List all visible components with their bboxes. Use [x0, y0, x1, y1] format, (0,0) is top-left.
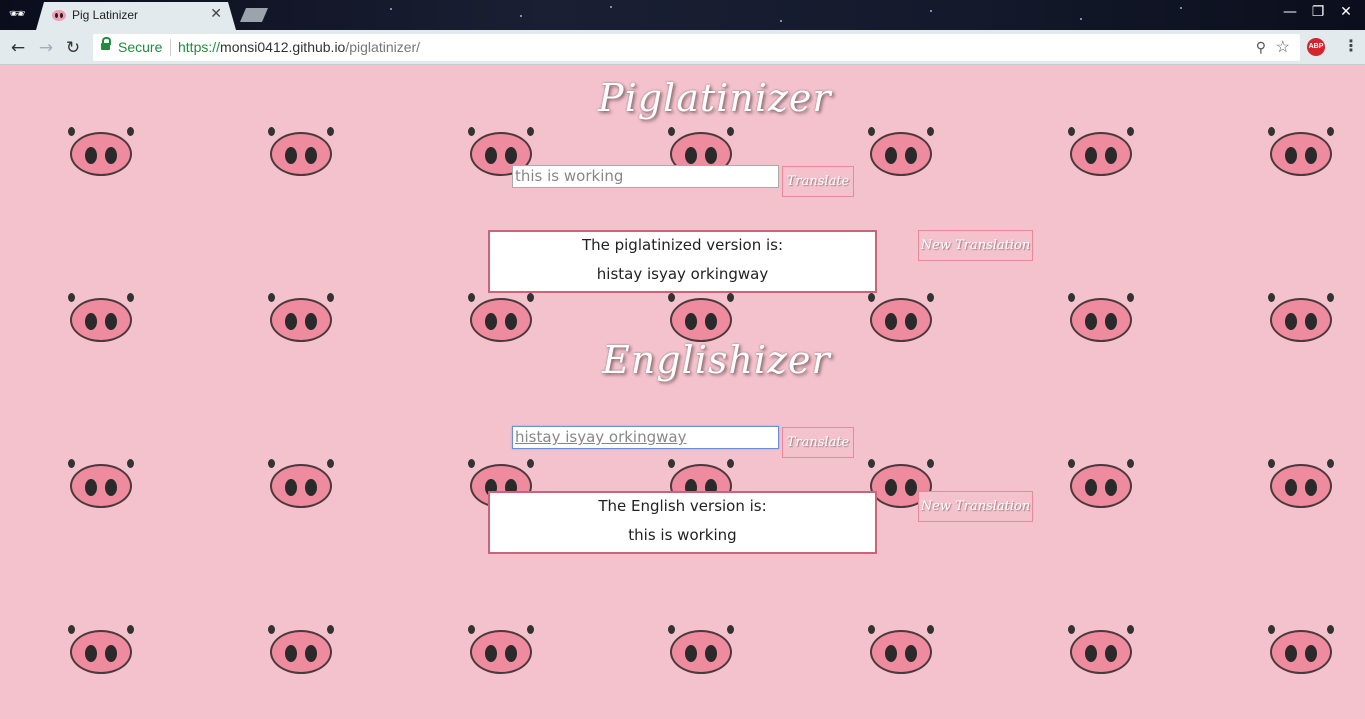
englishizer-input[interactable]: histay isyay orkingway — [512, 426, 779, 449]
pig-snout-icon — [68, 127, 134, 177]
url-scheme: https:// — [178, 39, 221, 55]
pig-snout-icon — [268, 625, 334, 675]
adblock-plus-icon[interactable]: ABP — [1307, 38, 1325, 56]
url-text: https://monsi0412.github.io/piglatinizer… — [178, 39, 420, 55]
new-tab-button[interactable] — [240, 8, 268, 22]
pig-snout-icon — [668, 625, 734, 675]
page-content: Piglatinizer this is working Translate T… — [0, 66, 1365, 719]
pig-snout-icon — [1068, 459, 1134, 509]
pig-snout-icon — [68, 459, 134, 509]
pig-snout-icon — [1268, 293, 1334, 343]
secure-label: Secure — [118, 39, 163, 55]
window-titlebar: 🕶 Pig Latinizer ✕ — ❐ ✕ — [0, 0, 1365, 30]
browser-toolbar: ← → ↻ Secure https://monsi0412.github.io… — [0, 30, 1365, 65]
pig-snout-icon — [268, 293, 334, 343]
piglatinizer-heading: Piglatinizer — [598, 76, 832, 120]
englishizer-heading: Englishizer — [602, 338, 831, 382]
zoom-icon[interactable]: ⚲ — [1256, 39, 1266, 56]
pig-snout-icon — [1068, 127, 1134, 177]
back-icon[interactable]: ← — [7, 37, 29, 59]
incognito-icon: 🕶 — [8, 7, 26, 22]
pig-snout-icon — [1268, 625, 1334, 675]
piglatinizer-result-title: The piglatinized version is: — [581, 236, 784, 254]
englishizer-translate-button[interactable]: Translate — [782, 427, 854, 458]
tab-title: Pig Latinizer — [72, 8, 139, 22]
englishizer-result-title: The English version is: — [598, 497, 767, 515]
piglatinizer-input[interactable]: this is working — [512, 165, 779, 188]
url-host: monsi0412.github.io — [220, 39, 346, 55]
piglatinizer-result-text: histay isyay orkingway — [596, 265, 769, 283]
close-icon[interactable]: ✕ — [1336, 4, 1356, 20]
lock-icon — [101, 37, 111, 52]
piglatinizer-translate-button[interactable]: Translate — [782, 166, 854, 197]
maximize-icon[interactable]: ❐ — [1308, 4, 1328, 20]
piglatinizer-result-box: The piglatinized version is: histay isya… — [488, 230, 877, 293]
tab-close-icon[interactable]: ✕ — [210, 6, 222, 22]
pig-snout-icon — [268, 127, 334, 177]
minimize-icon[interactable]: — — [1280, 4, 1300, 20]
piglatinizer-new-translation-button[interactable]: New Translation — [918, 230, 1033, 261]
forward-icon[interactable]: → — [35, 37, 57, 59]
menu-icon[interactable]: ⋮ — [1343, 36, 1359, 55]
pig-favicon-icon — [52, 10, 66, 21]
pig-snout-icon — [68, 293, 134, 343]
pig-snout-icon — [468, 625, 534, 675]
pig-snout-icon — [668, 293, 734, 343]
englishizer-result-text: this is working — [628, 526, 737, 544]
url-path: /piglatinizer/ — [345, 39, 421, 55]
reload-icon[interactable]: ↻ — [62, 37, 84, 59]
pig-snout-icon — [1268, 127, 1334, 177]
pig-snout-icon — [68, 625, 134, 675]
star-icon[interactable]: ☆ — [1276, 37, 1290, 57]
omnibox-divider — [170, 39, 171, 56]
pig-snout-icon — [868, 625, 934, 675]
pig-snout-icon — [268, 459, 334, 509]
pig-snout-icon — [1068, 293, 1134, 343]
pig-snout-icon — [868, 293, 934, 343]
pig-snout-icon — [468, 293, 534, 343]
pig-snout-icon — [1068, 625, 1134, 675]
pig-snout-icon — [1268, 459, 1334, 509]
englishizer-result-box: The English version is: this is working — [488, 491, 877, 554]
englishizer-new-translation-button[interactable]: New Translation — [918, 491, 1033, 522]
browser-tab[interactable]: Pig Latinizer ✕ — [36, 2, 236, 30]
address-bar[interactable]: Secure https://monsi0412.github.io/pigla… — [93, 34, 1300, 61]
pig-snout-icon — [868, 127, 934, 177]
